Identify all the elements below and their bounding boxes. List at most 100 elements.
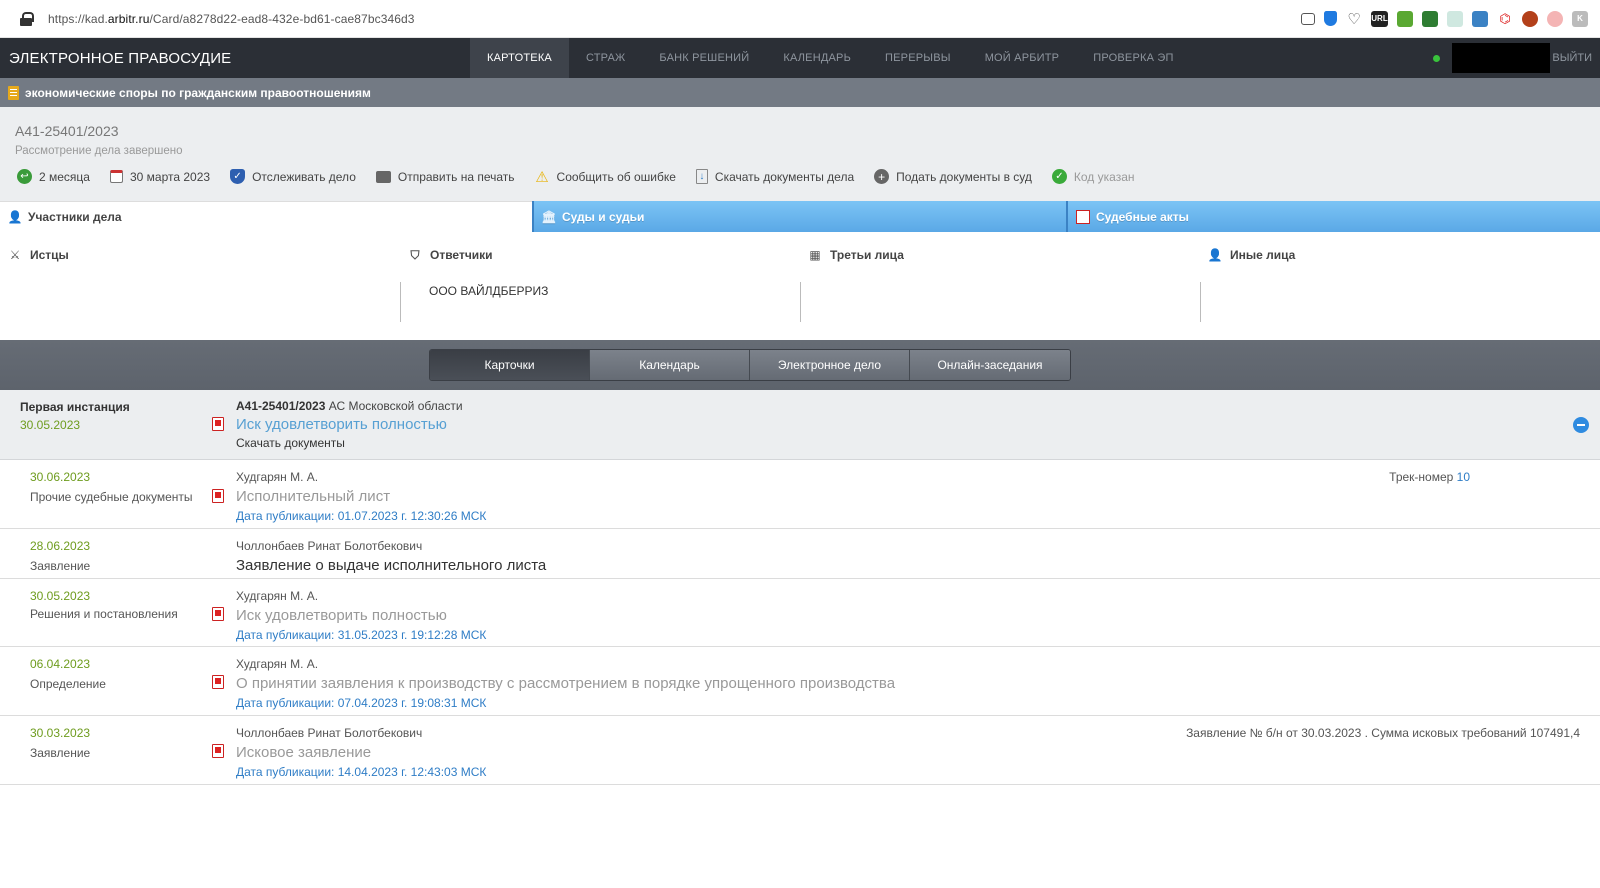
pdf-icon[interactable] bbox=[212, 744, 224, 758]
heart-icon[interactable]: ♡ bbox=[1346, 11, 1362, 28]
printer-icon bbox=[375, 170, 391, 183]
document-title-link[interactable]: Исполнительный лист bbox=[236, 488, 486, 505]
document-type: Заявление bbox=[30, 746, 91, 760]
pdf-icon[interactable] bbox=[212, 417, 224, 431]
nav-item-kalendar[interactable]: КАЛЕНДАРЬ bbox=[766, 38, 868, 78]
cube-icon[interactable] bbox=[1447, 10, 1463, 27]
document-author: Чоллонбаев Ринат Болотбекович bbox=[236, 539, 423, 553]
document-date: 30.03.2023 bbox=[30, 726, 91, 740]
document-title-link[interactable]: Иск удовлетворить полностью bbox=[236, 607, 486, 624]
tab-participants[interactable]: 👤 Участники дела bbox=[0, 201, 532, 232]
nav-item-pereryvy[interactable]: ПЕРЕРЫВЫ bbox=[868, 38, 968, 78]
courthouse-icon: 🏛 bbox=[541, 209, 557, 224]
tab-online-hearings[interactable]: Онлайн-заседания bbox=[910, 350, 1070, 380]
check-circle-icon: ✓ bbox=[1051, 169, 1067, 184]
translate-icon[interactable] bbox=[1472, 10, 1488, 27]
person-icon: 👤 bbox=[1207, 248, 1223, 262]
document-row: 30.06.2023 Прочие судебные документы Худ… bbox=[0, 460, 1600, 529]
nav-item-proverka-ep[interactable]: ПРОВЕРКА ЭП bbox=[1076, 38, 1190, 78]
tab-courts-judges[interactable]: 🏛 Суды и судьи bbox=[532, 201, 1066, 232]
tab-calendar[interactable]: Календарь bbox=[590, 350, 750, 380]
nav-item-moy-arbitr[interactable]: МОЙ АРБИТР bbox=[968, 38, 1077, 78]
instance-title: Первая инстанция bbox=[20, 400, 130, 414]
document-type: Заявление bbox=[30, 559, 91, 573]
publication-date: Дата публикации: 14.04.2023 г. 12:43:03 … bbox=[236, 765, 487, 779]
document-author: Чоллонбаев Ринат Болотбекович bbox=[236, 726, 423, 740]
case-header: А41-25401/2023 Рассмотрение дела заверше… bbox=[0, 107, 1600, 201]
collapse-icon[interactable] bbox=[1573, 417, 1589, 433]
pdf-icon[interactable] bbox=[212, 675, 224, 689]
person-icon: 👤 bbox=[7, 210, 23, 224]
other-persons-column: 👤 Иные лица bbox=[1200, 232, 1600, 340]
case-actions: ↩ 2 месяца 30 марта 2023 ✓ Отслеживать д… bbox=[17, 169, 1585, 186]
shield-extension-icon[interactable] bbox=[1324, 11, 1337, 26]
nav-item-strazh[interactable]: СТРАЖ bbox=[569, 38, 642, 78]
site-brand[interactable]: ЭЛЕКТРОННОЕ ПРАВОСУДИЕ bbox=[0, 50, 470, 67]
tab-electronic-case[interactable]: Электронное дело bbox=[750, 350, 910, 380]
pdf-icon bbox=[1076, 209, 1090, 224]
plus-circle-icon: + bbox=[874, 169, 890, 184]
download-document-icon: ↓ bbox=[695, 169, 708, 184]
lock-icon bbox=[20, 11, 34, 26]
document-author: Худгарян М. А. bbox=[236, 470, 319, 484]
nav-item-bank-resheniy[interactable]: БАНК РЕШЕНИЙ bbox=[642, 38, 766, 78]
third-parties-list bbox=[800, 282, 829, 322]
instance-result-link[interactable]: Иск удовлетворить полностью bbox=[236, 416, 463, 433]
submit-documents-button[interactable]: + Подать документы в суд bbox=[874, 169, 1032, 184]
publication-date: Дата публикации: 07.04.2023 г. 19:08:31 … bbox=[236, 696, 487, 710]
case-category-bar: экономические споры по гражданским право… bbox=[0, 78, 1600, 107]
document-author: Худгарян М. А. bbox=[236, 589, 319, 603]
duration-indicator: ↩ 2 месяца bbox=[17, 169, 90, 184]
report-error-button[interactable]: ⚠ Сообщить об ошибке bbox=[535, 169, 676, 186]
document-title: Заявление о выдаче исполнительного листа bbox=[236, 557, 547, 574]
document-category-icon bbox=[8, 85, 19, 100]
publication-date: Дата публикации: 01.07.2023 г. 12:30:26 … bbox=[236, 509, 487, 523]
document-title-link[interactable]: Исковое заявление bbox=[236, 744, 486, 761]
tab-court-acts[interactable]: Судебные акты bbox=[1066, 201, 1600, 232]
track-case-button[interactable]: ✓ Отслеживать дело bbox=[230, 169, 356, 184]
shield-outline-icon: ⛉ bbox=[410, 247, 420, 262]
case-number: А41-25401/2023 bbox=[15, 123, 119, 139]
wifi-icon[interactable]: ⌬ bbox=[1497, 11, 1513, 27]
document-date: 28.06.2023 bbox=[30, 539, 91, 553]
user-area: ВЫЙТИ bbox=[1433, 38, 1592, 78]
url-field[interactable]: https://kad.arbitr.ru/Card/a8278d22-ead8… bbox=[48, 12, 1301, 26]
nav-menu: КАРТОТЕКА СТРАЖ БАНК РЕШЕНИЙ КАЛЕНДАРЬ П… bbox=[470, 38, 1191, 78]
defendant-name[interactable]: ООО ВАЙЛДБЕРРИЗ bbox=[400, 282, 548, 322]
nav-item-kartoteka[interactable]: КАРТОТЕКА bbox=[470, 38, 569, 78]
url-extension-icon[interactable]: URL bbox=[1371, 10, 1388, 27]
bear-icon[interactable] bbox=[1522, 10, 1538, 27]
document-type: Решения и постановления bbox=[30, 607, 178, 621]
pdf-icon[interactable] bbox=[212, 607, 224, 621]
pdf-icon[interactable] bbox=[212, 489, 224, 503]
plaintiffs-column: ⚔ Истцы bbox=[0, 232, 400, 340]
print-button[interactable]: Отправить на печать bbox=[375, 170, 515, 184]
case-status: Рассмотрение дела завершено bbox=[15, 145, 183, 157]
clock-extension-icon[interactable] bbox=[1547, 10, 1563, 27]
track-number: Трек-номер 10 bbox=[1389, 470, 1470, 484]
download-documents-link[interactable]: Скачать документы bbox=[236, 436, 463, 450]
instance-row: Первая инстанция 30.05.2023 А41-25401/20… bbox=[0, 390, 1600, 460]
track-number-link[interactable]: 10 bbox=[1457, 470, 1470, 484]
download-documents-button[interactable]: ↓ Скачать документы дела bbox=[695, 169, 854, 184]
camera-icon[interactable] bbox=[1301, 12, 1315, 25]
tab-cards[interactable]: Карточки bbox=[430, 350, 590, 380]
document-row: 28.06.2023 Заявление Чоллонбаев Ринат Бо… bbox=[0, 529, 1600, 579]
building-icon: ▦ bbox=[809, 248, 821, 262]
document-date: 06.04.2023 bbox=[30, 657, 91, 671]
top-navigation: ЭЛЕКТРОННОЕ ПРАВОСУДИЕ КАРТОТЕКА СТРАЖ Б… bbox=[0, 38, 1600, 78]
case-date: 30 марта 2023 bbox=[109, 170, 210, 184]
claim-note: Заявление № б/н от 30.03.2023 . Сумма ис… bbox=[1186, 726, 1580, 740]
document-type: Прочие судебные документы bbox=[30, 490, 193, 504]
case-category: экономические споры по гражданским право… bbox=[25, 85, 371, 100]
download-arrow-icon[interactable] bbox=[1422, 10, 1438, 27]
download-manager-icon[interactable] bbox=[1397, 10, 1413, 27]
document-type: Определение bbox=[30, 677, 106, 691]
redacted-username bbox=[1452, 43, 1551, 73]
defendants-heading: Ответчики bbox=[430, 248, 493, 262]
logout-link[interactable]: ВЫЙТИ bbox=[1552, 52, 1592, 64]
k-extension-icon[interactable]: K bbox=[1572, 10, 1588, 27]
participants-panel: ⚔ Истцы ⛉ Ответчики ООО ВАЙЛДБЕРРИЗ ▦ Тр… bbox=[0, 232, 1600, 340]
plaintiffs-list bbox=[0, 282, 28, 322]
document-title-link[interactable]: О принятии заявления к производству с ра… bbox=[236, 675, 895, 692]
